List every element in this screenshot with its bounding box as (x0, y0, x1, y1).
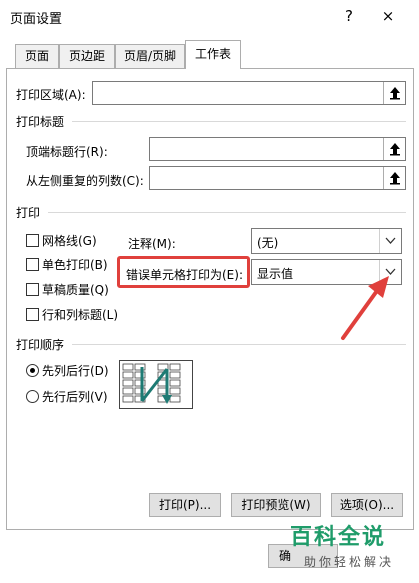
print-button[interactable]: 打印(P)... (149, 493, 221, 517)
close-button[interactable]: × (376, 4, 400, 28)
annotation-arrow-icon (341, 276, 389, 340)
print-area-input[interactable] (92, 81, 406, 105)
divider (72, 121, 406, 122)
cols-to-repeat-label: 从左侧重复的列数(C): (26, 174, 144, 188)
rows-to-repeat-input[interactable] (149, 137, 406, 161)
print-heading: 打印 (16, 206, 41, 220)
tab-header-footer[interactable]: 页眉/页脚 (115, 44, 185, 68)
highlight-box (117, 256, 250, 288)
tab-page[interactable]: 页面 (15, 44, 59, 68)
collapse-range-icon[interactable] (383, 82, 405, 104)
watermark-main: 百科全说 (290, 525, 387, 550)
rows-to-repeat-label: 顶端标题行(R): (26, 145, 108, 159)
divider (72, 344, 406, 345)
divider (48, 212, 406, 213)
gridlines-label: 网格线(G) (42, 234, 97, 248)
page-order-heading: 打印顺序 (16, 338, 65, 352)
down-then-over-radio[interactable] (26, 364, 39, 377)
tab-margins[interactable]: 页边距 (59, 44, 115, 68)
draft-quality-checkbox[interactable] (26, 283, 39, 296)
row-col-headings-checkbox[interactable] (26, 308, 39, 321)
down-then-over-label: 先列后行(D) (42, 364, 109, 378)
over-then-down-radio[interactable] (26, 390, 39, 403)
draft-quality-label: 草稿质量(Q) (42, 283, 109, 297)
tab-sheet[interactable]: 工作表 (185, 40, 241, 69)
title-bar: 页面设置 ? × (0, 0, 419, 34)
watermark-sub: 助你轻松解决 (304, 555, 395, 569)
dialog-title: 页面设置 (10, 12, 63, 27)
collapse-range-icon[interactable] (383, 138, 405, 160)
print-area-label: 打印区域(A): (16, 88, 86, 102)
comments-select[interactable]: (无) (251, 228, 402, 254)
errors-as-value: 显示值 (257, 267, 294, 281)
watermark-logo: 百科全说 助你轻松解决 (286, 519, 412, 577)
row-col-headings-label: 行和列标题(L) (42, 308, 119, 322)
black-and-white-checkbox[interactable] (26, 258, 39, 271)
print-preview-button[interactable]: 打印预览(W) (231, 493, 321, 517)
print-titles-heading: 打印标题 (16, 115, 65, 129)
page-order-preview-icon (119, 360, 193, 409)
options-button[interactable]: 选项(O)... (331, 493, 403, 517)
comments-label: 注释(M): (128, 237, 176, 251)
help-button[interactable]: ? (337, 4, 361, 28)
over-then-down-label: 先行后列(V) (42, 390, 108, 404)
comments-value: (无) (257, 236, 279, 250)
black-and-white-label: 单色打印(B) (42, 258, 108, 272)
cols-to-repeat-input[interactable] (149, 166, 406, 190)
collapse-range-icon[interactable] (383, 167, 405, 189)
chevron-down-icon[interactable] (379, 229, 401, 253)
gridlines-checkbox[interactable] (26, 234, 39, 247)
